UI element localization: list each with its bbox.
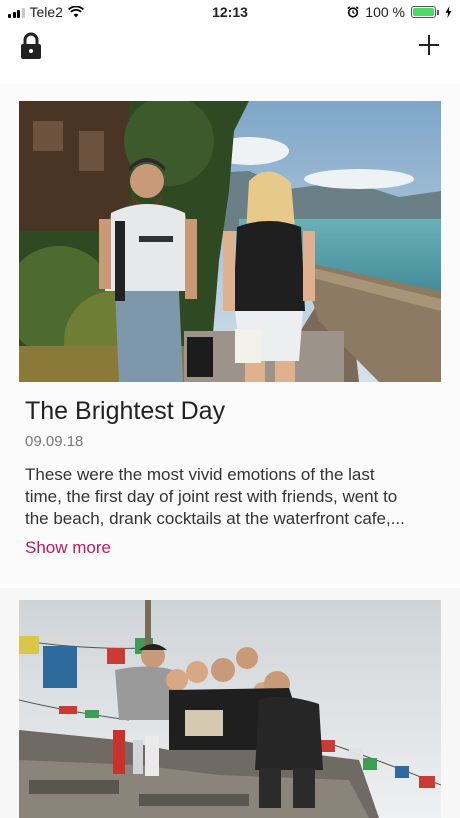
excerpt-line: time, the first day of joint rest with f… xyxy=(25,487,398,506)
plus-icon[interactable] xyxy=(418,34,440,56)
battery-icon xyxy=(411,6,439,18)
status-bar: Tele2 12:13 100 % xyxy=(0,0,460,24)
group-of-friends-mountain-photo xyxy=(19,600,441,818)
excerpt-line: These were the most vivid emotions of th… xyxy=(25,465,375,484)
post-title: The Brightest Day xyxy=(25,397,226,425)
lock-icon[interactable] xyxy=(20,32,42,60)
post-card[interactable]: The Brightest Day 09.09.18 These were th… xyxy=(0,84,460,584)
excerpt-line: the beach, drank cocktails at the waterf… xyxy=(25,509,405,528)
show-more-link[interactable]: Show more xyxy=(25,538,111,558)
couple-walking-lakeside-photo xyxy=(19,101,441,382)
status-right: 100 % xyxy=(347,4,452,20)
charging-icon xyxy=(445,6,452,18)
post-card[interactable] xyxy=(0,588,460,818)
battery-percent: 100 % xyxy=(365,4,405,20)
post-date: 09.09.18 xyxy=(25,433,84,450)
alarm-icon xyxy=(347,6,359,18)
nav-bar xyxy=(0,24,460,70)
post-excerpt: These were the most vivid emotions of th… xyxy=(25,464,443,530)
